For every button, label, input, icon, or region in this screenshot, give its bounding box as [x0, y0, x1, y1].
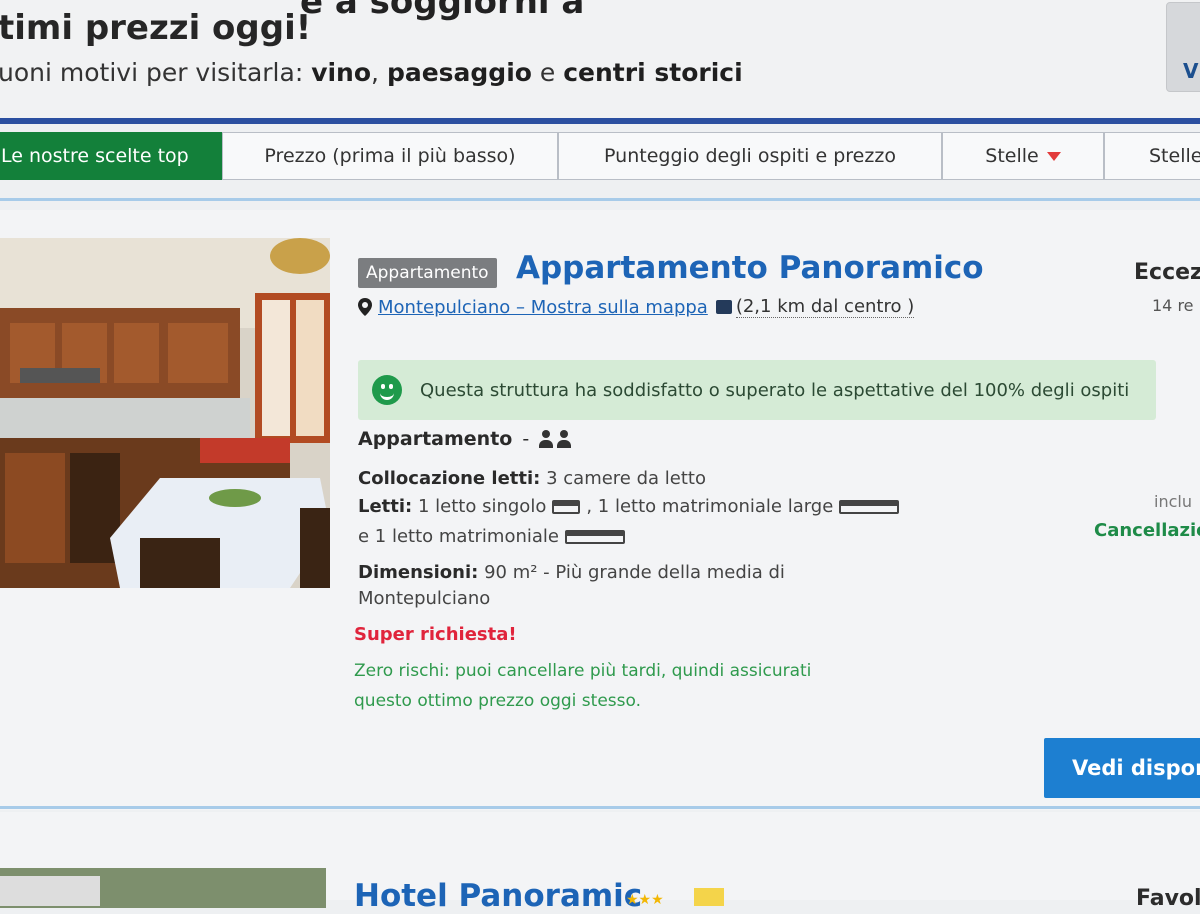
reason-landscape: paesaggio	[386, 58, 532, 87]
bed-layout-value: 3 camere da letto	[546, 468, 706, 489]
free-cancellation-note: Zero rischi: puoi cancellare più tardi, …	[354, 656, 811, 716]
size-value-city: Montepulciano	[358, 588, 491, 609]
beds-row: Letti: 1 letto singolo , 1 letto matrimon…	[358, 496, 905, 517]
sort-tabs: Le nostre scelte top Prezzo (prima il pi…	[0, 118, 1200, 190]
size-label: Dimensioni:	[358, 562, 479, 583]
room-separator: -	[522, 428, 530, 450]
map-thumbnail-label: V	[1183, 59, 1199, 83]
large-double-bed-text: , 1 letto matrimoniale large	[586, 496, 834, 517]
free-cancellation-badge: Cancellazio	[1094, 520, 1200, 541]
reason-separator: e	[531, 58, 564, 87]
reason-historic-centres: centri storici	[563, 58, 743, 87]
single-bed-icon	[552, 500, 581, 514]
cut-off-heading: e a soggiorni a	[300, 0, 585, 22]
bed-layout-label: Collocazione letti:	[358, 468, 541, 489]
smiley-icon	[372, 375, 402, 405]
section-divider	[0, 198, 1200, 201]
tab-label: Stelle	[985, 145, 1039, 167]
room-type-label: Appartamento	[358, 428, 513, 450]
tab-top-picks[interactable]: Le nostre scelte top	[0, 132, 222, 180]
reason-separator: ,	[371, 58, 387, 87]
next-property-photo[interactable]	[0, 868, 326, 908]
included-text: inclu	[1154, 492, 1192, 511]
tab-guest-score-price[interactable]: Punteggio degli ospiti e prezzo	[558, 132, 942, 180]
page-headline: timi prezzi oggi!	[0, 8, 312, 48]
page-header: e a soggiorni a timi prezzi oggi! uoni m…	[0, 0, 1200, 118]
distance-info-icon	[715, 300, 732, 314]
room-type: Appartamento -	[358, 428, 573, 450]
tab-stars-dropdown[interactable]: Stelle	[942, 132, 1104, 180]
tab-price-lowest[interactable]: Prezzo (prima il più basso)	[222, 132, 558, 180]
star-rating-icon: ★★★	[626, 892, 664, 908]
bed-layout-row: Collocazione letti: 3 camere da letto	[358, 468, 706, 489]
large-double-bed-icon	[839, 500, 900, 514]
property-title-link[interactable]: Appartamento Panoramico	[516, 250, 984, 286]
tab-label: Punteggio degli ospiti e prezzo	[604, 145, 896, 167]
distance-from-centre: (2,1 km dal centro )	[735, 296, 915, 318]
preferred-badge-icon	[694, 888, 724, 906]
page-subheadline: uoni motivi per visitarla: vino, paesagg…	[0, 58, 743, 87]
section-divider	[0, 806, 1200, 809]
size-row: Dimensioni: 90 m² - Più grande della med…	[358, 562, 785, 583]
size-row-continued: Montepulciano	[358, 588, 490, 609]
size-value: 90 m² - Più grande della media di	[484, 562, 785, 583]
property-photo[interactable]	[0, 238, 330, 588]
kitchen-photo-image	[0, 238, 330, 588]
subheadline-prefix: uoni motivi per visitarla:	[0, 58, 312, 87]
location-row: Montepulciano – Mostra sulla mappa (2,1 …	[358, 296, 915, 318]
caret-down-icon	[1046, 151, 1061, 161]
property-card: Appartamento Appartamento Panoramico Ecc…	[0, 210, 1200, 810]
tab-label: Prezzo (prima il più basso)	[264, 145, 516, 167]
tab-stars[interactable]: Stelle	[1104, 132, 1200, 180]
guest-satisfaction-text: Questa struttura ha soddisfatto o supera…	[420, 379, 1130, 401]
photo-tag	[0, 876, 100, 906]
next-review-score-word: Favol	[1136, 886, 1200, 911]
double-bed-icon	[564, 530, 625, 544]
reason-wine: vino	[311, 58, 372, 87]
map-thumbnail[interactable]: V	[1166, 2, 1200, 92]
review-count: 14 re	[1152, 296, 1194, 315]
double-bed-text: e 1 letto matrimoniale	[358, 526, 559, 547]
next-property-title-link[interactable]: Hotel Panoramic	[354, 878, 642, 914]
single-bed-text: 1 letto singolo	[418, 496, 547, 517]
see-availability-button[interactable]: Vedi dispon	[1044, 738, 1200, 798]
tab-label: Stelle	[1149, 145, 1200, 167]
free-cancellation-line-1: Zero rischi: puoi cancellare più tardi, …	[354, 661, 812, 681]
review-score-word: Eccez	[1134, 260, 1200, 285]
beds-row-continued: e 1 letto matrimoniale	[358, 526, 631, 547]
show-on-map-link[interactable]: Montepulciano – Mostra sulla mappa	[378, 297, 708, 318]
tab-label: Le nostre scelte top	[1, 145, 189, 167]
high-demand-label: Super richiesta!	[354, 624, 517, 645]
property-card-next: Hotel Panoramic ★★★ Favol	[0, 812, 1200, 914]
guest-satisfaction-banner: Questa struttura ha soddisfatto o supera…	[358, 360, 1156, 420]
guests-icon	[539, 430, 573, 448]
map-pin-icon	[358, 298, 372, 316]
free-cancellation-line-2: questo ottimo prezzo oggi stesso.	[354, 691, 641, 711]
property-type-badge: Appartamento	[358, 258, 497, 288]
beds-label: Letti:	[358, 496, 413, 517]
